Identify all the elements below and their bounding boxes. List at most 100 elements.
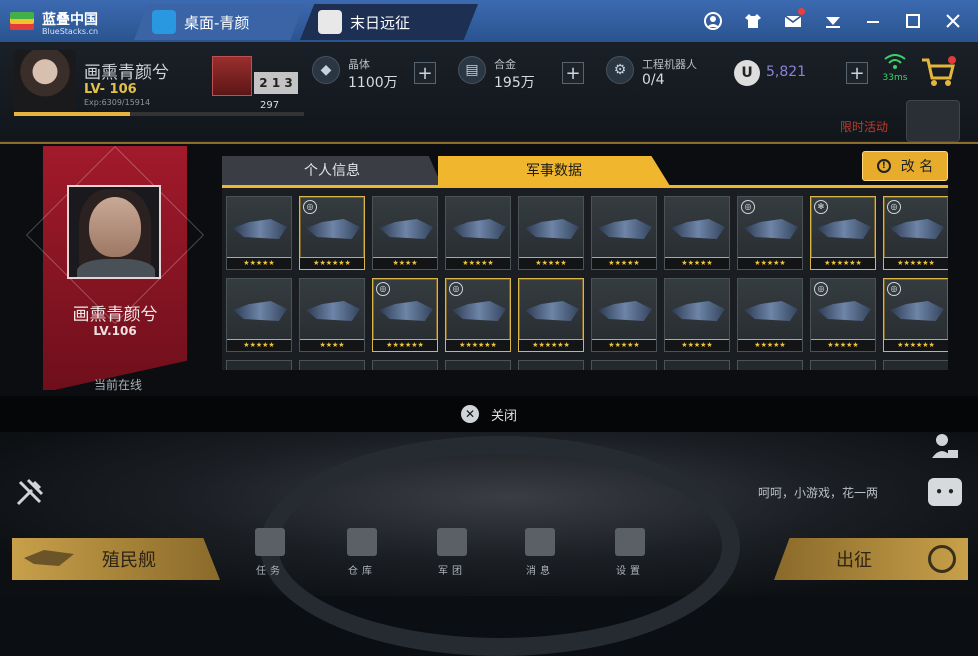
- resource-value: 0/4: [642, 72, 665, 88]
- ship-card-partial[interactable]: [299, 360, 365, 370]
- ship-card[interactable]: ★★★★★: [737, 278, 803, 352]
- ship-card[interactable]: ★★★★: [372, 196, 438, 270]
- ship-icon: [744, 219, 798, 239]
- bluestacks-logo[interactable]: 蓝叠中国 BlueStacks.cn: [8, 6, 108, 38]
- account-icon[interactable]: [700, 8, 726, 34]
- tab-military-data[interactable]: 军事数据: [438, 156, 670, 186]
- tab-game-label: 末日远征: [350, 13, 411, 32]
- ship-rarity-icon: ◎: [887, 200, 901, 214]
- ship-card[interactable]: ★★★★★: [445, 196, 511, 270]
- ship-card[interactable]: ★★★★★: [664, 278, 730, 352]
- friend-icon[interactable]: [930, 432, 958, 460]
- ship-card-partial[interactable]: [664, 360, 730, 370]
- add-u-coin-button[interactable]: +: [846, 62, 868, 84]
- event-chest-icon[interactable]: [906, 100, 960, 142]
- resource-alloy: ▤ 合金 195万: [458, 56, 535, 92]
- ship-rarity-icon: ◎: [449, 282, 463, 296]
- dropdown-icon[interactable]: [820, 8, 846, 34]
- ship-card[interactable]: ★★★★★: [591, 196, 657, 270]
- ship-card[interactable]: ◎ ★★★★★: [737, 196, 803, 270]
- ship-card[interactable]: ★★★★★: [591, 278, 657, 352]
- player-avatar[interactable]: [14, 50, 76, 112]
- ship-icon: [233, 219, 287, 239]
- ship-card-partial[interactable]: [810, 360, 876, 370]
- exp-bar-fill: [14, 112, 130, 116]
- ship-stars: ★★★★★: [592, 339, 656, 351]
- limited-event-label[interactable]: 限时活动: [840, 118, 888, 135]
- ship-rarity-icon: ◎: [814, 282, 828, 296]
- network-status: 33ms: [880, 54, 910, 83]
- info-icon: !: [876, 159, 891, 173]
- ranking-widget[interactable]: 2 1 3 297: [212, 52, 302, 111]
- ship-icon: [233, 301, 287, 321]
- ship-card[interactable]: ◎ ★★★★★: [810, 278, 876, 352]
- ship-icon: [306, 301, 360, 321]
- ship-rarity-icon: ◎: [887, 282, 901, 296]
- add-crystal-button[interactable]: +: [414, 62, 436, 84]
- ship-card[interactable]: ★★★★★: [226, 196, 292, 270]
- nav-tasks[interactable]: 任务: [240, 528, 300, 577]
- nav-warehouse[interactable]: 仓库: [332, 528, 392, 577]
- ship-card[interactable]: ◎ ★★★★★★: [445, 278, 511, 352]
- tab-personal-info[interactable]: 个人信息: [222, 156, 442, 186]
- ship-card-partial[interactable]: [372, 360, 438, 370]
- wifi-icon: [884, 54, 906, 69]
- minimize-icon[interactable]: [860, 8, 886, 34]
- tab-desktop[interactable]: 桌面-青颜: [134, 4, 304, 40]
- nav-label: 消息: [526, 566, 554, 577]
- ship-card[interactable]: ◎ ★★★★★★: [299, 196, 365, 270]
- chat-message[interactable]: 呵呵，小游戏，花一两: [758, 484, 878, 501]
- nav-label: 军团: [438, 566, 466, 577]
- resource-value: 1100万: [348, 75, 398, 91]
- ship-stars: ★★★★★★: [446, 339, 510, 351]
- ship-card-partial[interactable]: [518, 360, 584, 370]
- ship-icon: [890, 301, 944, 321]
- resource-value: 195万: [494, 75, 535, 91]
- nav-settings[interactable]: 设置: [600, 528, 660, 577]
- ship-stars: ★★★★★: [738, 339, 802, 351]
- nav-messages[interactable]: 消息: [510, 528, 570, 577]
- close-circle-icon[interactable]: ✕: [460, 405, 479, 423]
- ship-card[interactable]: ★★★★★: [518, 196, 584, 270]
- window-controls: [700, 8, 966, 34]
- nav-legion[interactable]: 军团: [422, 528, 482, 577]
- close-bar[interactable]: ✕ 关闭: [0, 396, 978, 432]
- brand-name: 蓝叠中国: [42, 12, 98, 28]
- tools-icon[interactable]: [14, 476, 46, 508]
- chat-bubble-icon[interactable]: • •: [928, 478, 962, 506]
- ship-icon: [525, 219, 579, 239]
- add-alloy-button[interactable]: +: [562, 62, 584, 84]
- ship-icon: [744, 301, 798, 321]
- ship-card[interactable]: ★★★★★★: [518, 278, 584, 352]
- ship-card-partial[interactable]: [737, 360, 803, 370]
- close-icon[interactable]: [940, 8, 966, 34]
- shirt-icon[interactable]: [740, 8, 766, 34]
- ship-card[interactable]: ◎ ★★★★★★: [372, 278, 438, 352]
- crosshair-icon: [928, 545, 956, 573]
- shop-cart-icon[interactable]: [920, 56, 956, 88]
- ship-card-partial[interactable]: [226, 360, 292, 370]
- nav-label: 设置: [616, 566, 644, 577]
- maximize-icon[interactable]: [900, 8, 926, 34]
- rename-button[interactable]: ! 改 名: [862, 151, 948, 181]
- ship-icon: [525, 301, 579, 321]
- ship-card[interactable]: ★★★★★: [226, 278, 292, 352]
- mail-icon[interactable]: [780, 8, 806, 34]
- ship-card[interactable]: ★★★★: [299, 278, 365, 352]
- online-status: 当前在线: [93, 378, 142, 392]
- ship-card[interactable]: ◎ ★★★★★★: [883, 278, 948, 352]
- ship-card-partial[interactable]: [883, 360, 948, 370]
- ship-card[interactable]: ★★★★★: [664, 196, 730, 270]
- profile-level: LV.106: [93, 324, 137, 338]
- ship-card[interactable]: ✻ ★★★★★★: [810, 196, 876, 270]
- tab-game[interactable]: 末日远征: [300, 4, 478, 40]
- ship-card[interactable]: ◎ ★★★★★★: [883, 196, 948, 270]
- exp-bar: [14, 112, 304, 116]
- ping-value: 33ms: [882, 73, 908, 83]
- ship-card-partial[interactable]: [591, 360, 657, 370]
- ship-card-partial[interactable]: [445, 360, 511, 370]
- rank-number: 297: [260, 100, 280, 111]
- bluestacks-logo-icon: [10, 12, 34, 30]
- close-label[interactable]: 关闭: [491, 405, 517, 424]
- ship-stars: ★★★★: [373, 257, 437, 269]
